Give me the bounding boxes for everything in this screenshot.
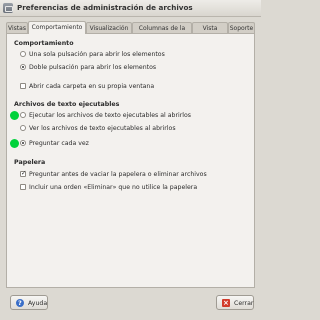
radio-button[interactable] xyxy=(20,51,26,57)
file-manager-icon xyxy=(3,3,13,13)
tab-columnas-lista[interactable]: Columnas de la lista xyxy=(132,22,192,43)
checkbox[interactable] xyxy=(20,184,26,190)
highlight-marker xyxy=(10,139,19,148)
radio-button[interactable] xyxy=(20,140,26,146)
checkbox-label: Preguntar antes de vaciar la papelera o … xyxy=(29,171,207,178)
radio-label: Doble pulsación para abrir los elementos xyxy=(29,64,157,71)
tab-visualizacion[interactable]: Visualización xyxy=(86,22,132,33)
checkbox-label: Abrir cada carpeta en su propia ventana xyxy=(29,83,155,90)
checkbox[interactable] xyxy=(20,83,26,89)
tab-comportamiento[interactable]: Comportamiento xyxy=(28,21,86,34)
close-icon xyxy=(222,296,230,311)
close-button-label: Cerrar xyxy=(234,300,254,307)
window-titlebar: Preferencias de administración de archiv… xyxy=(0,0,261,17)
help-button[interactable]: Ayuda xyxy=(10,295,48,311)
behavior-panel: Comportamiento Una sola pulsación para a… xyxy=(6,33,255,288)
help-icon xyxy=(16,296,24,311)
tab-soporte[interactable]: Soporte xyxy=(228,22,255,33)
radio-label: Ver los archivos de texto ejecutables al… xyxy=(29,125,176,132)
radio-label: Ejecutar los archivos de texto ejecutabl… xyxy=(29,112,191,119)
close-button[interactable]: Cerrar xyxy=(216,295,254,311)
help-button-label: Ayuda xyxy=(28,300,48,307)
tab-vista-previa[interactable]: Vista previa xyxy=(192,22,228,43)
radio-button[interactable] xyxy=(20,112,26,118)
tab-vistas[interactable]: Vistas xyxy=(6,22,28,33)
highlight-marker xyxy=(10,111,19,120)
checkbox-label: Incluir una orden «Eliminar» que no util… xyxy=(29,184,198,191)
radio-label: Preguntar cada vez xyxy=(29,140,89,147)
section-title-executables: Archivos de texto ejecutables xyxy=(14,101,120,108)
section-title-trash: Papelera xyxy=(14,159,46,166)
radio-button[interactable] xyxy=(20,64,26,70)
radio-label: Una sola pulsación para abrir los elemen… xyxy=(29,51,165,58)
window-title: Preferencias de administración de archiv… xyxy=(17,3,193,12)
section-title-behavior: Comportamiento xyxy=(14,40,74,47)
checkbox[interactable] xyxy=(20,169,26,178)
radio-button[interactable] xyxy=(20,125,26,131)
